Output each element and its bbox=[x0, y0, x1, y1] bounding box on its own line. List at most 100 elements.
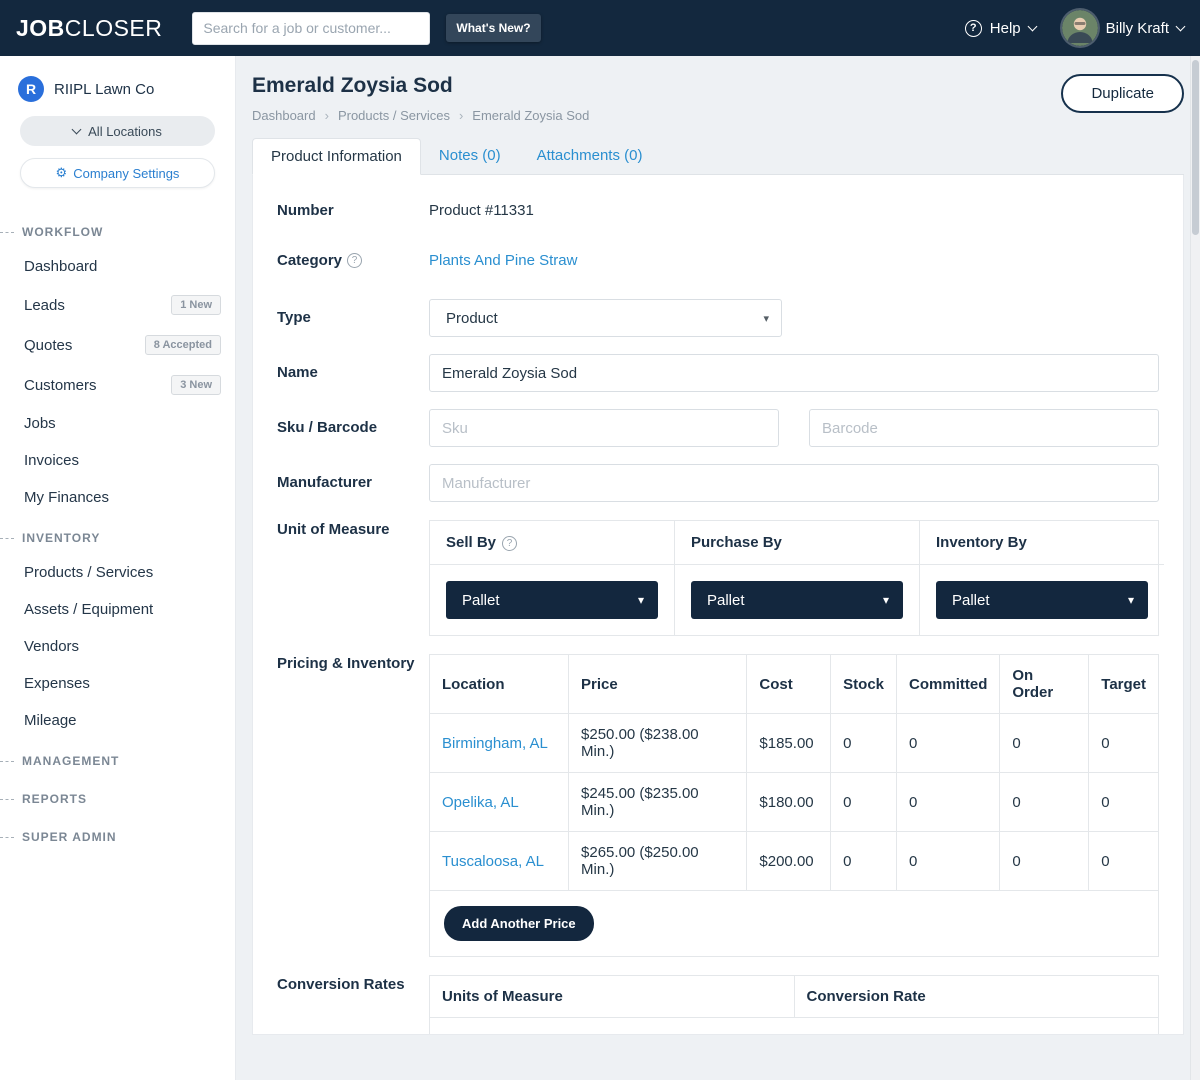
stock-cell: 0 bbox=[831, 773, 897, 832]
tab-attachments[interactable]: Attachments (0) bbox=[519, 138, 661, 174]
sidebar-item-vendors[interactable]: Vendors bbox=[0, 628, 235, 665]
sidebar-item-customers[interactable]: Customers3 New bbox=[0, 365, 235, 405]
name-row: Name bbox=[277, 354, 1159, 392]
main-content: Emerald Zoysia Sod Dashboard › Products … bbox=[236, 56, 1200, 1080]
company-settings-button[interactable]: ⚙ Company Settings bbox=[20, 158, 215, 188]
cost-cell: $180.00 bbox=[747, 773, 831, 832]
unit-of-measure-row: Unit of Measure Sell By? Pallet ▾ bbox=[277, 520, 1159, 636]
chevron-down-icon bbox=[1027, 21, 1037, 31]
duplicate-button[interactable]: Duplicate bbox=[1061, 74, 1184, 113]
product-number-value: Product #11331 bbox=[429, 202, 534, 219]
logo-text-light: CLOSER bbox=[65, 15, 163, 41]
manufacturer-label: Manufacturer bbox=[277, 464, 429, 502]
tab-notes[interactable]: Notes (0) bbox=[421, 138, 519, 174]
col-location: Location bbox=[430, 655, 569, 714]
price-cell: $265.00 ($250.00 Min.) bbox=[569, 832, 747, 891]
nav-section-workflow[interactable]: WORKFLOW bbox=[0, 210, 235, 248]
inventory-by-select[interactable]: Pallet ▾ bbox=[936, 581, 1148, 619]
sidebar-item-jobs[interactable]: Jobs bbox=[0, 405, 235, 442]
company-settings-label: Company Settings bbox=[73, 166, 179, 181]
sidebar-item-invoices[interactable]: Invoices bbox=[0, 442, 235, 479]
section-label: WORKFLOW bbox=[22, 225, 103, 239]
nav-section-inventory[interactable]: INVENTORY bbox=[0, 516, 235, 554]
user-menu[interactable]: Billy Kraft bbox=[1062, 10, 1184, 46]
section-label: MANAGEMENT bbox=[22, 754, 119, 768]
locations-dropdown[interactable]: All Locations bbox=[20, 116, 215, 146]
category-link[interactable]: Plants And Pine Straw bbox=[429, 252, 577, 269]
help-icon[interactable]: ? bbox=[502, 536, 517, 551]
location-link[interactable]: Tuscaloosa, AL bbox=[430, 832, 569, 891]
nav-item-label: Jobs bbox=[24, 415, 56, 432]
sidebar-item-products-services[interactable]: Products / Services bbox=[0, 554, 235, 591]
type-row: Type Product ▾ bbox=[277, 299, 1159, 337]
sku-input[interactable] bbox=[429, 409, 779, 447]
scrollbar[interactable] bbox=[1190, 56, 1200, 1080]
help-menu[interactable]: ? Help bbox=[965, 20, 1036, 37]
pricing-inventory-row: Pricing & Inventory Location Price Cost … bbox=[277, 654, 1159, 957]
sell-by-select[interactable]: Pallet ▾ bbox=[446, 581, 658, 619]
barcode-input[interactable] bbox=[809, 409, 1159, 447]
breadcrumb-products-services[interactable]: Products / Services bbox=[338, 108, 450, 123]
sell-by-header: Sell By bbox=[446, 534, 496, 551]
unit-of-measure-label: Unit of Measure bbox=[277, 520, 429, 636]
scrollbar-thumb[interactable] bbox=[1192, 60, 1199, 235]
sidebar-item-leads[interactable]: Leads 1 New bbox=[0, 285, 235, 325]
sidebar-item-assets-equipment[interactable]: Assets / Equipment bbox=[0, 591, 235, 628]
sidebar-item-quotes[interactable]: Quotes8 Accepted bbox=[0, 325, 235, 365]
section-label: SUPER ADMIN bbox=[22, 830, 117, 844]
location-link[interactable]: Birmingham, AL bbox=[430, 714, 569, 773]
conversion-table: Units of Measure Conversion Rate No conv… bbox=[430, 976, 1158, 1035]
conversion-empty-row: No conversion rates are defined yet. Cli… bbox=[430, 1018, 1158, 1036]
help-icon[interactable]: ? bbox=[347, 253, 362, 268]
section-dash-icon bbox=[0, 761, 14, 762]
nav-item-label: Invoices bbox=[24, 452, 79, 469]
chevron-right-icon: › bbox=[325, 108, 329, 123]
conversion-empty-message: No conversion rates are defined yet. Cli… bbox=[430, 1018, 1158, 1036]
logo-text-bold: JOB bbox=[16, 15, 65, 41]
pricing-row-tuscaloosa: Tuscaloosa, AL $265.00 ($250.00 Min.) $2… bbox=[430, 832, 1158, 891]
product-information-panel: Number Product #11331 Category? Plants A… bbox=[252, 175, 1184, 1035]
col-committed: Committed bbox=[897, 655, 1000, 714]
location-link[interactable]: Opelika, AL bbox=[430, 773, 569, 832]
sidebar-item-mileage[interactable]: Mileage bbox=[0, 702, 235, 739]
breadcrumb-dashboard[interactable]: Dashboard bbox=[252, 108, 316, 123]
sidebar-item-dashboard[interactable]: Dashboard bbox=[0, 248, 235, 285]
company-logo: R bbox=[18, 76, 44, 102]
global-search-input[interactable] bbox=[192, 12, 430, 45]
col-target: Target bbox=[1089, 655, 1158, 714]
whats-new-button[interactable]: What's New? bbox=[446, 14, 540, 42]
category-row: Category? Plants And Pine Straw bbox=[277, 251, 1159, 271]
nav-section-super-admin[interactable]: SUPER ADMIN bbox=[0, 815, 235, 853]
sidebar-nav: WORKFLOW Dashboard Leads 1 New Quotes8 Ac… bbox=[0, 210, 235, 853]
company-name: RIIPL Lawn Co bbox=[54, 81, 154, 98]
manufacturer-input[interactable] bbox=[429, 464, 1159, 502]
type-select[interactable]: Product ▾ bbox=[429, 299, 782, 337]
sidebar-item-expenses[interactable]: Expenses bbox=[0, 665, 235, 702]
page-header: Emerald Zoysia Sod Dashboard › Products … bbox=[252, 70, 1184, 123]
purchase-by-select[interactable]: Pallet ▾ bbox=[691, 581, 903, 619]
on-order-cell: 0 bbox=[1000, 773, 1089, 832]
cost-cell: $185.00 bbox=[747, 714, 831, 773]
sku-barcode-label: Sku / Barcode bbox=[277, 409, 429, 447]
cost-cell: $200.00 bbox=[747, 832, 831, 891]
name-input[interactable] bbox=[429, 354, 1159, 392]
nav-section-management[interactable]: MANAGEMENT bbox=[0, 739, 235, 777]
nav-item-label: Dashboard bbox=[24, 258, 97, 275]
nav-item-label: Leads bbox=[24, 297, 65, 314]
conversion-rates-row: Conversion Rates Units of Measure Conver… bbox=[277, 975, 1159, 1035]
caret-down-icon: ▾ bbox=[763, 312, 769, 325]
manufacturer-row: Manufacturer bbox=[277, 464, 1159, 502]
on-order-cell: 0 bbox=[1000, 832, 1089, 891]
add-another-price-button[interactable]: Add Another Price bbox=[444, 906, 594, 941]
tab-product-information[interactable]: Product Information bbox=[252, 138, 421, 175]
pricing-inventory-label: Pricing & Inventory bbox=[277, 654, 429, 957]
section-dash-icon bbox=[0, 232, 14, 233]
nav-item-label: Mileage bbox=[24, 712, 77, 729]
section-label: INVENTORY bbox=[22, 531, 100, 545]
nav-section-reports[interactable]: REPORTS bbox=[0, 777, 235, 815]
type-label: Type bbox=[277, 299, 429, 337]
conversion-table-box: Units of Measure Conversion Rate No conv… bbox=[429, 975, 1159, 1035]
leads-badge: 1 New bbox=[171, 295, 221, 315]
section-dash-icon bbox=[0, 538, 14, 539]
sidebar-item-my-finances[interactable]: My Finances bbox=[0, 479, 235, 516]
